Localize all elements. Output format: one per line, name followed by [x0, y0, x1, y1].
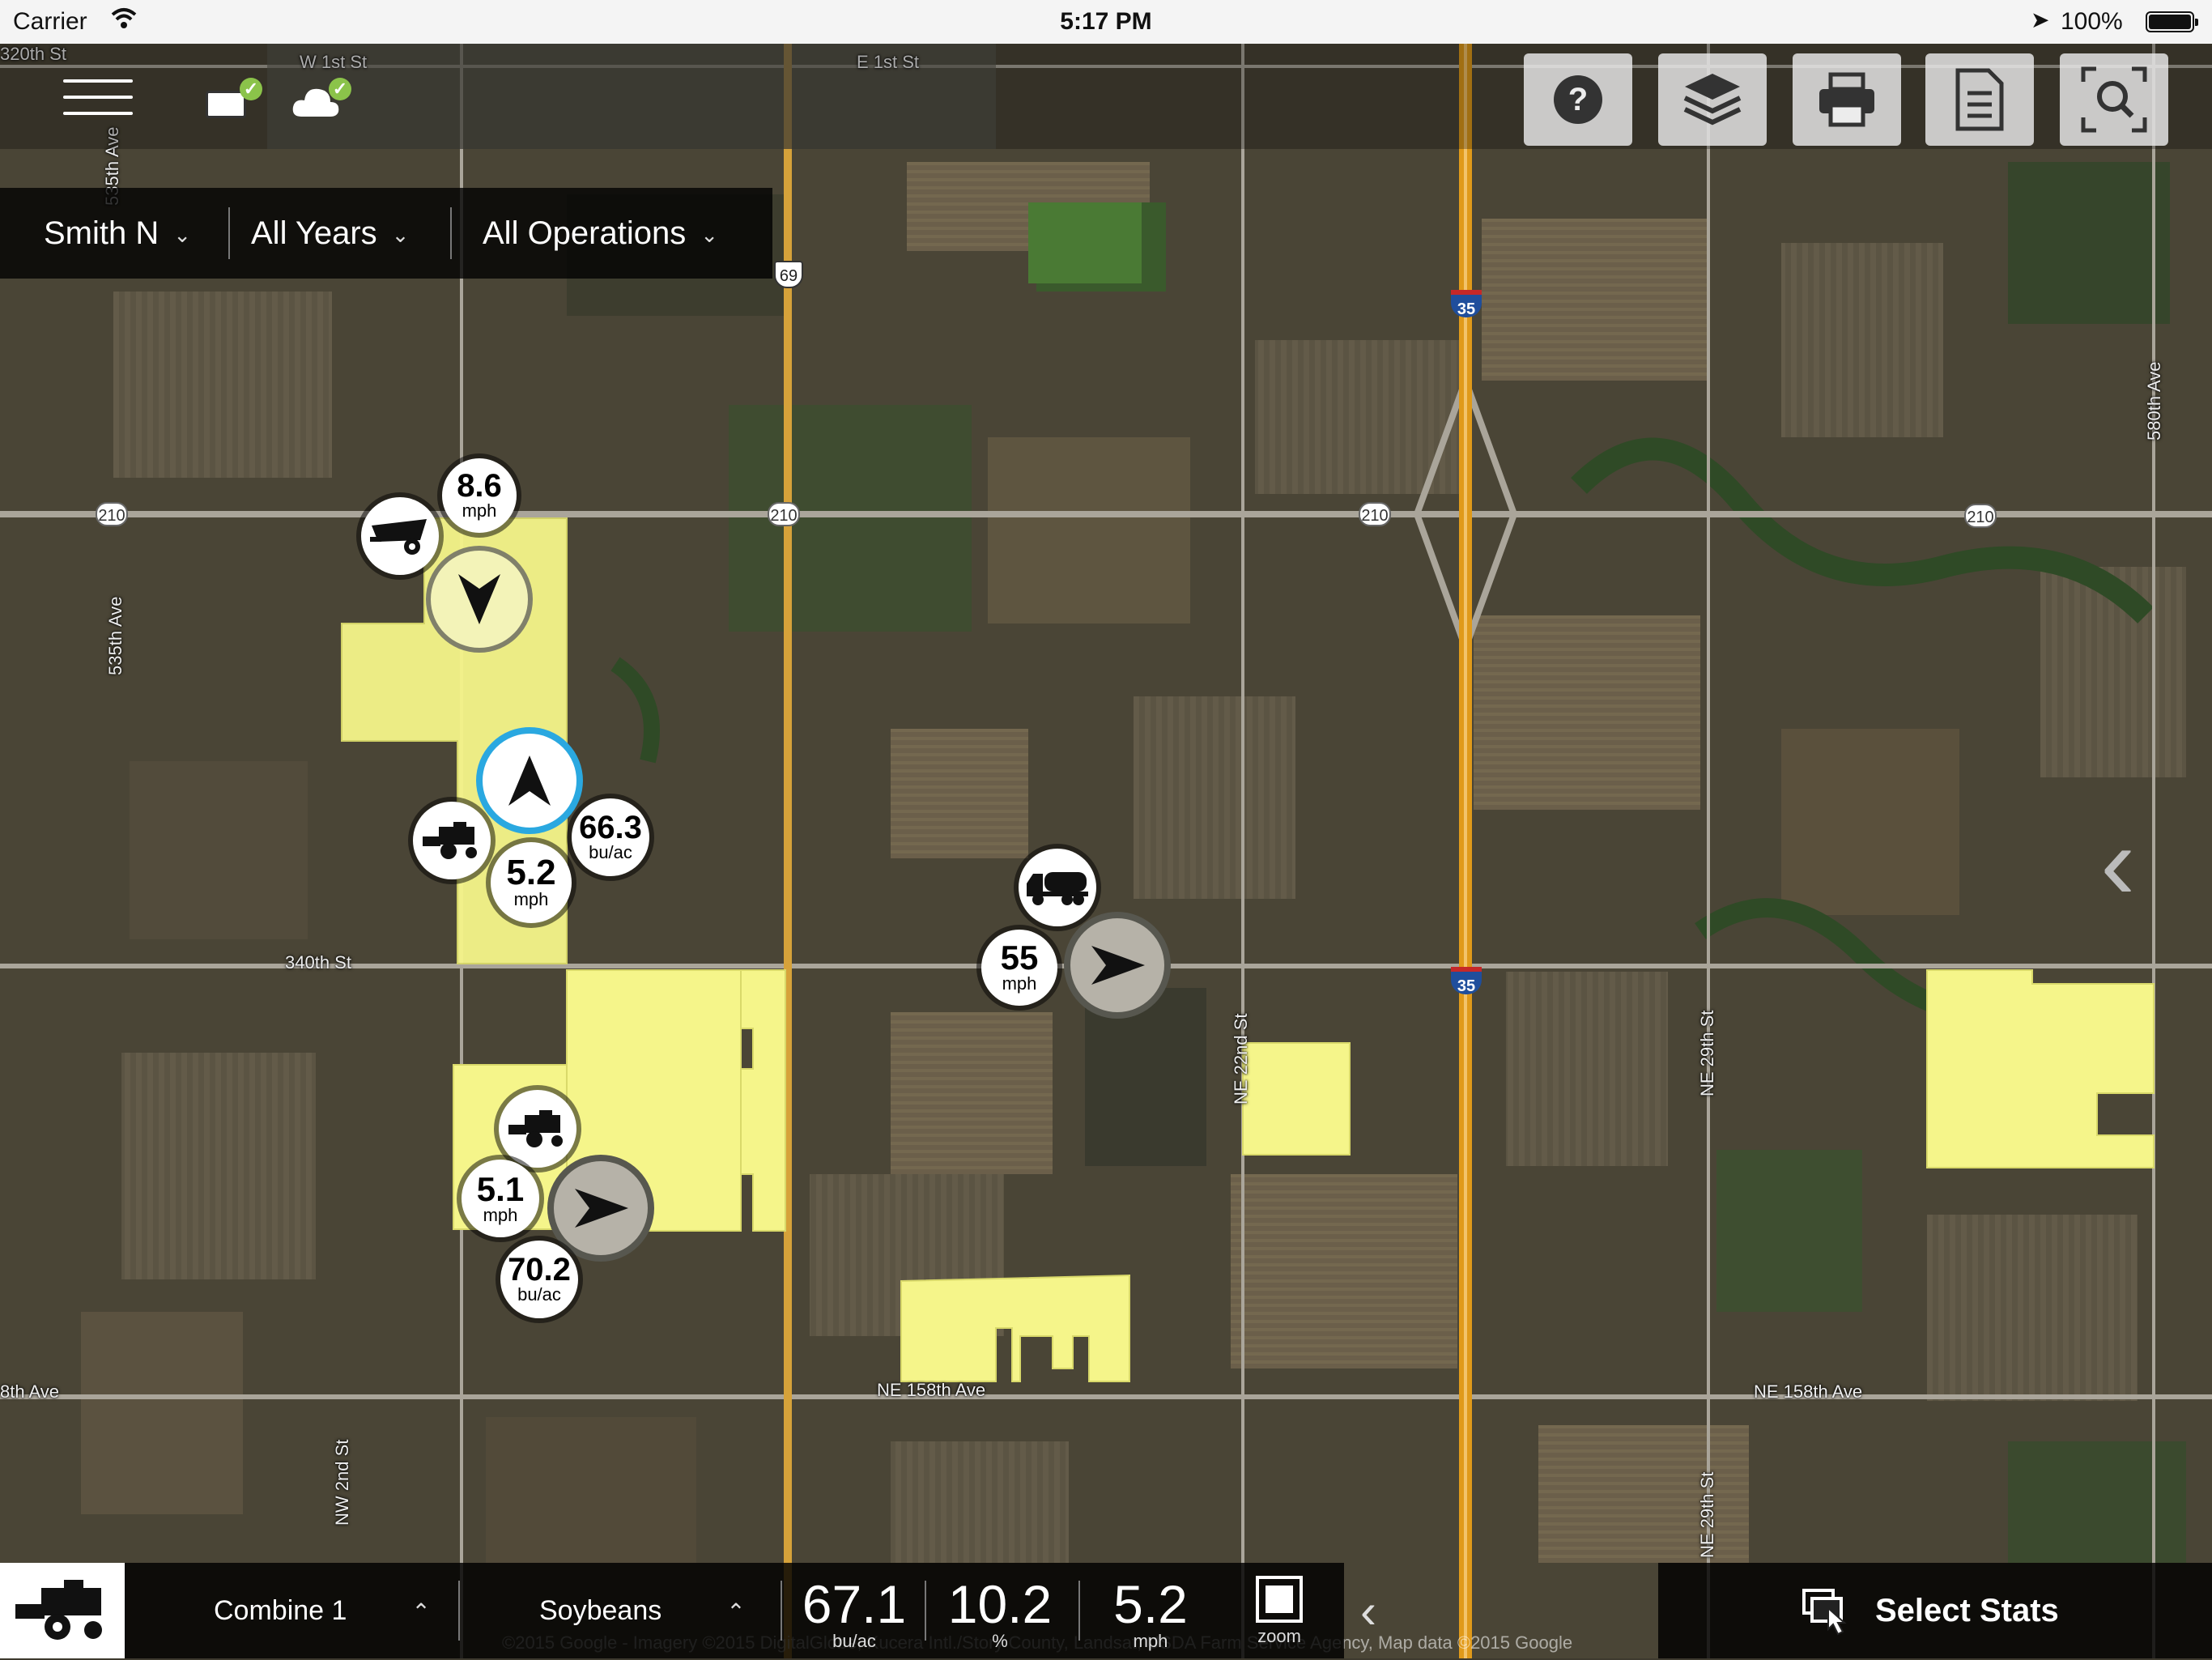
- heading-arrow-icon: [508, 756, 551, 806]
- menu-button[interactable]: [63, 73, 133, 121]
- heading-arrow-icon: [575, 1189, 628, 1228]
- filter-bar: Smith N ⌄ All Years ⌄ All Operations ⌄: [0, 188, 772, 279]
- operation-filter-label: All Operations: [483, 215, 687, 251]
- year-filter-label: All Years: [251, 215, 377, 251]
- year-filter-dropdown[interactable]: All Years ⌄: [251, 188, 409, 279]
- combine-1-heading-marker[interactable]: [476, 727, 583, 834]
- chevron-down-icon: ⌄: [173, 223, 192, 248]
- combine-1-yield-badge: 66.3 bu/ac: [572, 798, 649, 876]
- interstate-35-shield: 35: [1451, 967, 1482, 995]
- road-label-580th: 580th Ave: [2144, 361, 2164, 441]
- device-sync-icon[interactable]: ✓: [202, 78, 262, 121]
- map-imagery: [0, 44, 2212, 1658]
- layers-button[interactable]: [1658, 53, 1767, 146]
- machine-name: Combine 1: [214, 1595, 347, 1626]
- combine-2-yield-badge: 70.2 bu/ac: [500, 1241, 578, 1318]
- route-210-shield: 210: [768, 502, 800, 526]
- check-icon: ✓: [329, 78, 351, 100]
- farm-filter-label: Smith N: [44, 215, 160, 251]
- print-button[interactable]: [1793, 53, 1901, 146]
- collapse-bar-chevron-icon[interactable]: ‹: [1360, 1587, 1376, 1636]
- divider: [450, 207, 452, 259]
- battery-icon: [2146, 11, 2198, 32]
- road-label-nw2nd: NW 2nd St: [332, 1439, 352, 1526]
- divider: [1078, 1581, 1080, 1641]
- zoom-to-machine-button[interactable]: zoom: [1239, 1571, 1320, 1652]
- location-arrow-icon: ➤: [2031, 7, 2050, 32]
- us-69-shield: 69: [774, 261, 803, 288]
- combine-icon: [15, 1580, 102, 1640]
- zoom-extent-button[interactable]: [2060, 53, 2168, 146]
- road-label-ne29th-mid: NE 29th St: [1697, 1010, 1717, 1096]
- operation-filter-dropdown[interactable]: All Operations ⌄: [483, 188, 718, 279]
- truck-icon[interactable]: [1019, 849, 1096, 926]
- road-label-ne158th-right: NE 158th Ave: [1754, 1381, 1863, 1402]
- select-stats-icon: [1802, 1589, 1847, 1636]
- heading-arrow-icon: [1091, 946, 1145, 985]
- document-icon: [1955, 68, 2004, 131]
- moisture-stat: 10.2 %: [947, 1574, 1053, 1651]
- svg-text:?: ?: [1568, 82, 1588, 117]
- chevron-down-icon: ⌄: [391, 223, 410, 248]
- combine-icon[interactable]: [499, 1090, 576, 1168]
- farm-filter-dropdown[interactable]: Smith N ⌄: [44, 188, 191, 279]
- grain-cart-speed-badge: 8.6 mph: [442, 458, 517, 533]
- heading-arrow-icon: [458, 574, 500, 624]
- expand-panel-chevron-icon[interactable]: ‹: [2100, 810, 2135, 915]
- speed-stat: 5.2 mph: [1113, 1574, 1188, 1651]
- zoom-extent-icon: [2081, 66, 2147, 133]
- yield-stat: 67.1 bu/ac: [802, 1574, 907, 1651]
- satellite-map[interactable]: 320th St W 1st St E 1st St 535th Ave 535…: [0, 44, 2212, 1658]
- road-label-340th: 340th St: [285, 952, 351, 973]
- chevron-up-icon: ⌃: [411, 1599, 431, 1624]
- crop-select[interactable]: Soybeans ⌃: [539, 1563, 746, 1658]
- report-button[interactable]: [1925, 53, 2034, 146]
- truck-heading-marker[interactable]: [1064, 912, 1171, 1019]
- road-label-ne158th-mid: NE 158th Ave: [877, 1380, 986, 1400]
- cloud-sync-icon[interactable]: ✓: [291, 78, 351, 121]
- status-bar: Carrier 5:17 PM ➤ 100%: [0, 0, 2212, 44]
- divider: [228, 207, 230, 259]
- chevron-down-icon: ⌄: [700, 223, 719, 248]
- route-210-shield: 210: [1964, 504, 1997, 528]
- select-stats-button[interactable]: Select Stats: [1658, 1563, 2212, 1658]
- hamburger-icon: [63, 79, 133, 83]
- crop-name: Soybeans: [539, 1595, 662, 1626]
- combine-icon[interactable]: [413, 802, 491, 879]
- check-icon: ✓: [240, 78, 262, 100]
- grain-cart-heading-marker[interactable]: [426, 546, 533, 653]
- grain-cart-icon[interactable]: [361, 497, 439, 575]
- chevron-up-icon: ⌃: [726, 1599, 746, 1624]
- clock: 5:17 PM: [1060, 8, 1152, 35]
- machine-select[interactable]: Combine 1 ⌃: [214, 1563, 431, 1658]
- route-210-shield: 210: [1359, 502, 1391, 526]
- combine-2-speed-badge: 5.1 mph: [462, 1160, 539, 1237]
- battery-percent: 100%: [2061, 8, 2123, 35]
- print-icon: [1819, 72, 1874, 127]
- truck-speed-badge: 55 mph: [981, 930, 1057, 1006]
- zoom-icon: [1256, 1576, 1303, 1623]
- road-label-535th: 535th Ave: [105, 596, 125, 675]
- combine-2-heading-marker[interactable]: [547, 1155, 654, 1262]
- road-label-ne22nd: NE 22nd St: [1231, 1013, 1251, 1105]
- divider: [781, 1581, 782, 1641]
- road-label-ne29th-low: NE 29th St: [1697, 1471, 1717, 1558]
- interstate-35-shield: 35: [1451, 290, 1482, 318]
- road-label-8th: 8th Ave: [0, 1381, 59, 1402]
- divider: [925, 1581, 926, 1641]
- machine-thumbnail[interactable]: [0, 1563, 125, 1658]
- divider: [458, 1581, 460, 1641]
- route-210-shield: 210: [96, 502, 128, 526]
- layers-icon: [1683, 74, 1742, 126]
- zoom-label: zoom: [1257, 1626, 1301, 1646]
- machine-stats-bar: Combine 1 ⌃ Soybeans ⌃ 67.1 bu/ac 10.2 % 5…: [0, 1563, 1344, 1658]
- combine-1-speed-badge: 5.2 mph: [491, 842, 572, 923]
- help-button[interactable]: ?: [1524, 53, 1632, 146]
- help-icon: ?: [1554, 75, 1602, 124]
- select-stats-label: Select Stats: [1875, 1593, 2059, 1628]
